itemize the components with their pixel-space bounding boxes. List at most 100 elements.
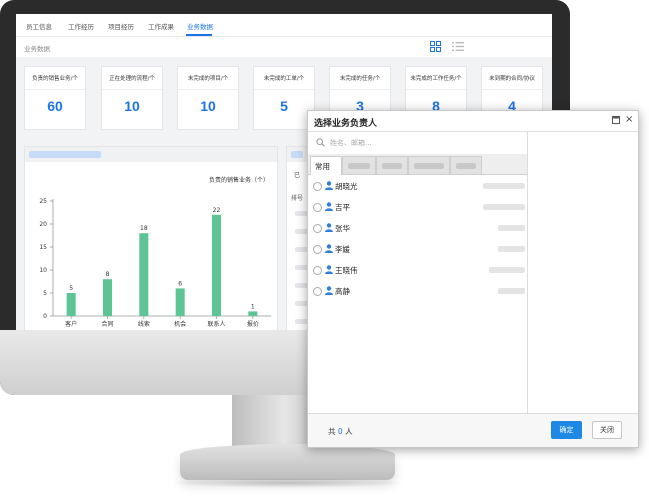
tab-project-history[interactable]: 项目经历	[108, 21, 134, 31]
section-title: 业务数据	[24, 45, 50, 53]
stat-value: 60	[47, 98, 63, 114]
radio-button[interactable]	[313, 182, 322, 191]
user-name: 李媛	[335, 245, 350, 254]
user-name: 高静	[335, 287, 350, 296]
stat-label: 未完成的任务/个	[339, 76, 381, 82]
tab-common[interactable]: 常用	[310, 156, 342, 175]
user-meta-placeholder	[483, 204, 525, 210]
bar-chart: 负责的销售业务（个） 0 5 10 15 20 25 5 客户 8 合同 18 线索 6 机会 22 联系人 1…	[39, 176, 271, 328]
select-owner-dialog: 选择业务负责人 × 常用 胡晓光 吉平	[307, 110, 639, 448]
bar-value-label: 18	[140, 225, 148, 232]
stat-card-projects[interactable]: 未完成的项目/个 10	[177, 66, 239, 130]
dialog-title-divider	[308, 131, 638, 132]
y-tick-label: 10	[39, 267, 47, 274]
radio-button[interactable]	[313, 203, 322, 212]
close-button[interactable]: 关闭	[592, 421, 622, 439]
maximize-icon[interactable]	[612, 116, 620, 124]
tab-placeholder[interactable]	[408, 156, 450, 174]
user-icon	[325, 244, 333, 253]
stat-card-processes[interactable]: 正在处理的流程/个 10	[101, 66, 163, 130]
stand-shadow	[170, 478, 405, 488]
user-icon	[325, 265, 333, 274]
bar[interactable]	[248, 311, 258, 316]
radio-button[interactable]	[313, 266, 322, 275]
stat-label: 未完成的项目/个	[187, 76, 229, 82]
user-meta-placeholder	[498, 288, 525, 294]
stat-value: 10	[124, 98, 140, 114]
count-suffix: 人	[345, 427, 353, 436]
stat-label: 负责的销售业务/个	[32, 76, 78, 82]
bar-value-label: 8	[106, 271, 110, 278]
stat-label: 未到期的合同/协议	[489, 76, 535, 82]
radio-button[interactable]	[313, 287, 322, 296]
user-icon	[325, 223, 333, 232]
y-tick-label: 25	[39, 198, 47, 205]
y-tick-label: 20	[39, 221, 47, 228]
bar[interactable]	[212, 214, 221, 316]
bar[interactable]	[103, 279, 112, 316]
user-meta-placeholder	[498, 246, 525, 252]
bar[interactable]	[175, 288, 185, 316]
search-icon	[316, 138, 325, 147]
grid-view-icon[interactable]	[430, 41, 441, 52]
user-name: 王晓伟	[335, 266, 358, 275]
list-item[interactable]: 王晓伟	[308, 263, 527, 279]
tab-placeholder[interactable]	[342, 156, 376, 174]
radio-button[interactable]	[313, 224, 322, 233]
user-list: 胡晓光 吉平 张华 李媛 王晓伟 高静	[308, 179, 527, 299]
dialog-footer: 共 0 人 确定 关闭	[308, 414, 638, 447]
tab-label-placeholder	[382, 163, 402, 169]
chart-panel: 负责的销售业务（个） 0 5 10 15 20 25 5 客户 8 合同 18 线索 6 机会 22 联系人 1…	[24, 146, 278, 330]
stat-value: 10	[200, 98, 216, 114]
user-meta-placeholder	[489, 267, 525, 273]
y-tick-label: 5	[43, 290, 47, 297]
stat-value: 5	[280, 98, 288, 114]
tab-placeholder[interactable]	[450, 156, 482, 174]
user-icon	[325, 202, 333, 211]
selected-count: 共 0 人	[328, 426, 353, 437]
panel-column-header: 排号	[291, 195, 304, 202]
stat-divider	[406, 89, 466, 90]
stat-divider	[102, 89, 162, 90]
user-meta-placeholder	[483, 183, 525, 189]
tab-label-placeholder	[456, 163, 476, 169]
tab-placeholder[interactable]	[376, 156, 408, 174]
bar[interactable]	[139, 233, 149, 316]
bar[interactable]	[66, 293, 76, 316]
chart-panel-title-placeholder	[29, 151, 101, 158]
bar-value-label: 5	[69, 285, 73, 292]
confirm-button[interactable]: 确定	[551, 421, 582, 439]
bar-value-label: 1	[251, 303, 255, 310]
search-input[interactable]	[330, 136, 520, 149]
y-tick-label: 15	[39, 244, 47, 251]
x-tick-label: 线索	[138, 320, 150, 328]
tab-work-results[interactable]: 工作成果	[148, 21, 174, 31]
x-tick-label: 报价	[247, 320, 259, 328]
stat-divider	[482, 89, 542, 90]
list-item[interactable]: 张华	[308, 221, 527, 237]
user-icon	[325, 286, 333, 295]
stat-divider	[25, 89, 85, 90]
monitor-stand-base	[180, 444, 395, 480]
close-icon[interactable]: ×	[625, 114, 633, 125]
bar-value-label: 22	[213, 207, 221, 214]
tab-business-data[interactable]: 业务数据	[187, 21, 213, 31]
active-tab-indicator	[186, 34, 212, 36]
list-item[interactable]: 高静	[308, 284, 527, 300]
list-item[interactable]: 胡晓光	[308, 179, 527, 195]
user-meta-placeholder	[498, 225, 525, 231]
list-item[interactable]: 李媛	[308, 242, 527, 258]
radio-button[interactable]	[313, 245, 322, 254]
stat-label: 未完成的工单/个	[263, 76, 305, 82]
stat-card-sales[interactable]: 负责的销售业务/个 60	[24, 66, 86, 130]
tab-work-history[interactable]: 工作经历	[68, 21, 94, 31]
stat-label: 未完成的工作任务/个	[410, 76, 462, 82]
stat-card-work-orders[interactable]: 未完成的工单/个 5	[253, 66, 315, 130]
tab-label-placeholder	[414, 163, 444, 169]
list-item[interactable]: 吉平	[308, 200, 527, 216]
top-tab-bar: 员工信息 工作经历 项目经历 工作成果 业务数据	[16, 14, 552, 37]
tab-employee-info[interactable]: 员工信息	[26, 21, 52, 31]
tab-label-placeholder	[348, 163, 370, 169]
count-prefix: 共	[328, 427, 336, 436]
list-view-icon[interactable]	[452, 41, 464, 52]
